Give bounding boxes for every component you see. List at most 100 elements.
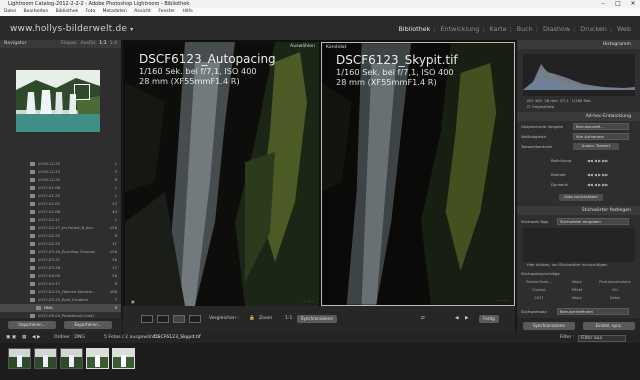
- select-filename: DSCF6123_Autopacing: [139, 52, 276, 66]
- folder-row[interactable]: 2017-05-25_Split_Kroatien 7: [0, 296, 121, 304]
- quick-develop-header[interactable]: Ad-hoc-Entwicklung: [517, 112, 640, 121]
- filmstrip-folder-label[interactable]: Ordner : DNG: [54, 333, 85, 343]
- folder-row[interactable]: 2017-02-17_Im Forest_B_Kor... 136: [0, 224, 121, 232]
- minimize-button[interactable]: –: [596, 0, 610, 8]
- folder-row[interactable]: 2017-01-08 1: [0, 184, 121, 192]
- white-balance-dropdown[interactable]: Wie Aufnahme: [573, 133, 629, 140]
- folder-row[interactable]: 2017-04-09 36: [0, 272, 121, 280]
- compare-pane-select[interactable]: Auswählen DSCF6123_Autopacing 1/160 Sek.…: [125, 42, 319, 306]
- histogram-header[interactable]: Histogramm: [517, 40, 640, 49]
- module-library[interactable]: Bibliothek: [398, 25, 430, 33]
- folder-row-selected[interactable]: DNG 5: [0, 304, 121, 312]
- saved-preset-dropdown[interactable]: Benutzerdefi...: [573, 123, 629, 130]
- folder-row[interactable]: 2017-03-18_Rundling Thomas 156: [0, 248, 121, 256]
- keyword-suggestion[interactable]: Natur: [561, 296, 593, 300]
- keyword-suggestion[interactable]: 2017: [523, 296, 555, 300]
- sync-settings-button[interactable]: Einstel. sync.: [583, 322, 635, 330]
- export-button[interactable]: Exportieren...: [64, 321, 112, 329]
- compare-view: Auswählen DSCF6123_Autopacing 1/160 Sek.…: [123, 40, 515, 306]
- select-lock-icon[interactable]: ▣: [131, 299, 135, 304]
- compare-pane-candidate[interactable]: Kandidat DSCF6123_Skypit.tif 1/160 Sek. …: [321, 42, 515, 306]
- menu-metadata[interactable]: Metadaten: [103, 9, 127, 14]
- navigator-preview[interactable]: [16, 70, 100, 132]
- filmstrip-thumbnail-selected[interactable]: [86, 348, 109, 369]
- module-slideshow[interactable]: Diashow: [543, 25, 570, 33]
- candidate-star-rating[interactable]: · · · · ·: [497, 298, 508, 303]
- folder-row[interactable]: 2017-02-22 8: [0, 232, 121, 240]
- menu-edit[interactable]: Bearbeiten: [23, 9, 48, 14]
- import-button[interactable]: Importieren...: [8, 321, 56, 329]
- folder-row[interactable]: 2017-02-08 43: [0, 208, 121, 216]
- keyword-suggestion[interactable]: Detail: [599, 296, 631, 300]
- vibrance-steppers[interactable]: ◀◀ ◀ ▶ ▶▶: [587, 181, 608, 188]
- keyword-suggestion[interactable]: Rheda-Friesl...: [523, 280, 555, 284]
- back-arrow-icon[interactable]: ◀ ▶: [32, 333, 41, 343]
- zoom-1-1[interactable]: 1:1: [99, 41, 106, 46]
- zoom-fit[interactable]: Einpas.: [61, 41, 78, 46]
- keyword-suggestion[interactable]: Natur: [561, 280, 593, 284]
- clarity-steppers[interactable]: ◀◀ ◀ ▶ ▶▶: [587, 171, 608, 178]
- reset-all-button[interactable]: Alles zurücksetzen: [559, 194, 603, 201]
- navigator-zoom-box[interactable]: [74, 84, 90, 100]
- folder-row[interactable]: 2016-12-22 1: [0, 160, 121, 168]
- exposure-steppers[interactable]: ◀◀ ◀ ▶ ▶▶: [587, 157, 608, 164]
- done-button[interactable]: Fertig: [479, 315, 499, 323]
- folder-row[interactable]: 2017-02-02 23: [0, 200, 121, 208]
- select-star-rating[interactable]: · · · · ·: [302, 299, 313, 304]
- filmstrip-thumbnail[interactable]: [34, 348, 57, 369]
- compare-view-icon[interactable]: [173, 315, 185, 323]
- filmstrip-thumbnail[interactable]: [8, 348, 31, 369]
- folder-row[interactable]: 2016-12-30 6: [0, 176, 121, 184]
- survey-view-icon[interactable]: [189, 315, 201, 323]
- keyword-suggestion[interactable]: Effekt: [561, 288, 593, 292]
- histogram: [523, 54, 635, 96]
- folder-row[interactable]: 2017-02-25 11: [0, 240, 121, 248]
- menu-view[interactable]: Ansicht: [134, 9, 151, 14]
- keyword-set-dropdown[interactable]: Benutzerdefiniert: [557, 308, 629, 315]
- second-window-icon[interactable]: ▣ ▣: [6, 333, 16, 343]
- folder-row[interactable]: 2017-04-17 8: [0, 280, 121, 288]
- module-map[interactable]: Karte: [489, 25, 506, 33]
- synchronize-button[interactable]: Synchronisieren: [523, 322, 575, 330]
- keyword-suggestion[interactable]: Portraitaufnahme: [599, 280, 631, 284]
- folder-row[interactable]: 2017-03-28 12: [0, 264, 121, 272]
- previous-arrow-icon[interactable]: ◀: [455, 316, 459, 321]
- menu-library[interactable]: Bibliothek: [56, 9, 78, 14]
- navigator-header[interactable]: Navigator Einpas. Ausfül. 1:1 1:4: [0, 40, 121, 48]
- keyword-suggestion[interactable]: Sunkist: [523, 288, 555, 292]
- module-book[interactable]: Buch: [517, 25, 533, 33]
- auto-tone-button[interactable]: Autom. Tonwert: [573, 143, 619, 150]
- module-web[interactable]: Web: [617, 25, 631, 33]
- menu-file[interactable]: Datei: [4, 9, 16, 14]
- grid-icon[interactable]: ▦: [22, 333, 26, 343]
- folder-row[interactable]: 2017-04-20_Hecene Komme... 208: [0, 288, 121, 296]
- close-button[interactable]: ✕: [626, 0, 640, 8]
- grid-view-icon[interactable]: [141, 315, 153, 323]
- filter-dropdown[interactable]: Filter aus: [578, 334, 626, 342]
- zoom-1-4[interactable]: 1:4: [110, 41, 117, 46]
- folder-row[interactable]: 2017-01-22 1: [0, 192, 121, 200]
- zoom-fill[interactable]: Ausfül.: [81, 41, 97, 46]
- sync-zoom-button[interactable]: Synchronisieren: [297, 315, 337, 323]
- maximize-button[interactable]: □: [611, 0, 625, 8]
- original-photo-checkbox[interactable]: ☐ Originalfoto: [527, 103, 554, 110]
- menu-window[interactable]: Fenster: [158, 9, 175, 14]
- menu-help[interactable]: Hilfe: [182, 9, 192, 14]
- filmstrip-thumbnail[interactable]: [60, 348, 83, 369]
- module-print[interactable]: Drucken: [580, 25, 607, 33]
- folder-row[interactable]: 2017-02-11 1: [0, 216, 121, 224]
- lock-icon[interactable]: 🔒: [249, 316, 255, 321]
- filmstrip-thumbnail-selected[interactable]: [112, 348, 135, 369]
- loupe-view-icon[interactable]: [157, 315, 169, 323]
- keyword-text-area[interactable]: [523, 228, 635, 262]
- keywording-header[interactable]: Stichwörter festlegen: [517, 206, 640, 215]
- folder-row[interactable]: 2017-03-21 38: [0, 256, 121, 264]
- folder-row[interactable]: 2016-12-23 3: [0, 168, 121, 176]
- menu-photo[interactable]: Foto: [86, 9, 96, 14]
- keyword-suggestion[interactable]: Ort: [599, 288, 631, 292]
- module-develop[interactable]: Entwicklung: [441, 25, 480, 33]
- keyword-tags-dropdown[interactable]: Stichwörter eingeben: [557, 218, 629, 225]
- zoom-label: Zoom: [259, 316, 273, 321]
- swap-icon[interactable]: ⇄: [421, 316, 425, 321]
- next-arrow-icon[interactable]: ▶: [465, 316, 469, 321]
